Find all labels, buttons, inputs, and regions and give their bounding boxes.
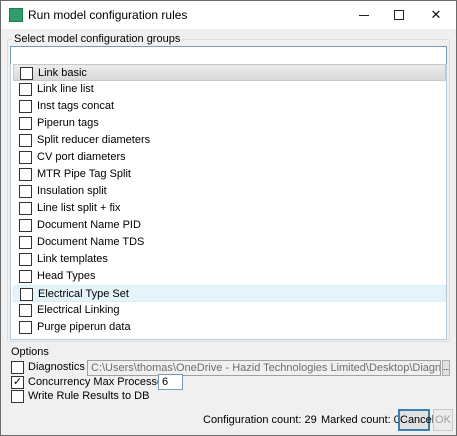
app-icon [9,8,23,22]
concurrency-checkbox[interactable]: ✓ [11,376,24,389]
group-item[interactable]: Link templates [13,251,446,268]
group-item-checkbox[interactable] [19,134,32,147]
group-item[interactable]: Line list split + fix [13,200,446,217]
group-item-label: Document Name TDS [37,236,145,248]
group-item[interactable]: MTR Pipe Tag Split [13,166,446,183]
write-results-checkbox[interactable] [11,390,24,403]
group-item-label: Purge piperun data [37,321,131,333]
group-item[interactable]: Document Name TDS [13,234,446,251]
marked-count: Marked count: 0 [321,414,400,426]
diagnostics-label: Diagnostics [28,361,85,373]
group-item-checkbox[interactable] [19,185,32,198]
group-item[interactable]: Split reducer diameters [13,132,446,149]
diagnostics-path-field: C:\Users\thomas\OneDrive - Hazid Technol… [87,360,441,376]
group-filter-input[interactable] [10,46,447,65]
group-item[interactable]: Electrical Linking [13,302,446,319]
group-item-label: Document Name PID [37,219,141,231]
group-item-checkbox[interactable] [19,304,32,317]
group-item-checkbox[interactable] [19,117,32,130]
group-item-label: Split reducer diameters [37,134,151,146]
group-item-label: Inst tags concat [37,100,115,112]
dialog-window: Run model configuration rules ✕ Select m… [0,0,457,436]
group-item-label: Electrical Type Set [38,288,129,300]
group-item[interactable]: CV port diameters [13,149,446,166]
group-item-label: Insulation split [37,185,107,197]
group-item-checkbox[interactable] [20,288,33,301]
ok-button[interactable]: OK [433,409,453,431]
close-button[interactable]: ✕ [413,1,457,29]
group-item-checkbox[interactable] [19,202,32,215]
group-item-checkbox[interactable] [19,151,32,164]
group-item-checkbox[interactable] [19,253,32,266]
write-results-label: Write Rule Results to DB [28,390,150,402]
groups-legend: Select model configuration groups [12,33,183,45]
group-item-label: Link basic [38,67,87,79]
group-item-checkbox[interactable] [19,270,32,283]
group-item-checkbox[interactable] [19,100,32,113]
group-item[interactable]: Purge piperun data [13,319,446,336]
diagnostics-checkbox[interactable] [11,361,24,374]
group-item[interactable]: Electrical Type Set [13,285,446,302]
group-item-label: Line list split + fix [37,202,121,214]
group-item[interactable]: Link line list [13,81,446,98]
cancel-button[interactable]: Cancel [398,409,434,431]
group-item-label: CV port diameters [37,151,126,163]
title-bar[interactable]: Run model configuration rules ✕ [1,1,456,29]
group-item-checkbox[interactable] [19,236,32,249]
options-legend: Options [11,346,49,358]
group-item-checkbox[interactable] [19,219,32,232]
maximize-icon [394,10,404,20]
group-item[interactable]: Document Name PID [13,217,446,234]
groups-list[interactable]: Link basic Link line list Inst tags concat… [10,64,447,340]
browse-button[interactable]: ... [442,360,450,376]
group-item-label: Link templates [37,253,108,265]
group-item-label: Head Types [37,270,96,282]
group-item[interactable]: Link basic [13,64,446,81]
group-item[interactable]: Insulation split [13,183,446,200]
group-item-label: Electrical Linking [37,304,120,316]
concurrency-label: Concurrency Max Processes: [28,376,172,388]
max-processes-input[interactable]: 6 [158,374,183,390]
close-icon: ✕ [430,7,442,22]
group-item-label: MTR Pipe Tag Split [37,168,131,180]
group-item-checkbox[interactable] [19,168,32,181]
group-item[interactable]: Head Types [13,268,446,285]
group-item-checkbox[interactable] [20,67,33,80]
group-item[interactable]: Piperun tags [13,115,446,132]
group-item[interactable]: Inst tags concat [13,98,446,115]
group-item-label: Link line list [37,83,94,95]
group-item-checkbox[interactable] [19,83,32,96]
group-item-label: Piperun tags [37,117,99,129]
minimize-icon [359,15,369,16]
group-item-checkbox[interactable] [19,321,32,334]
configuration-count: Configuration count: 29 [203,414,317,426]
window-title: Run model configuration rules [28,8,188,22]
